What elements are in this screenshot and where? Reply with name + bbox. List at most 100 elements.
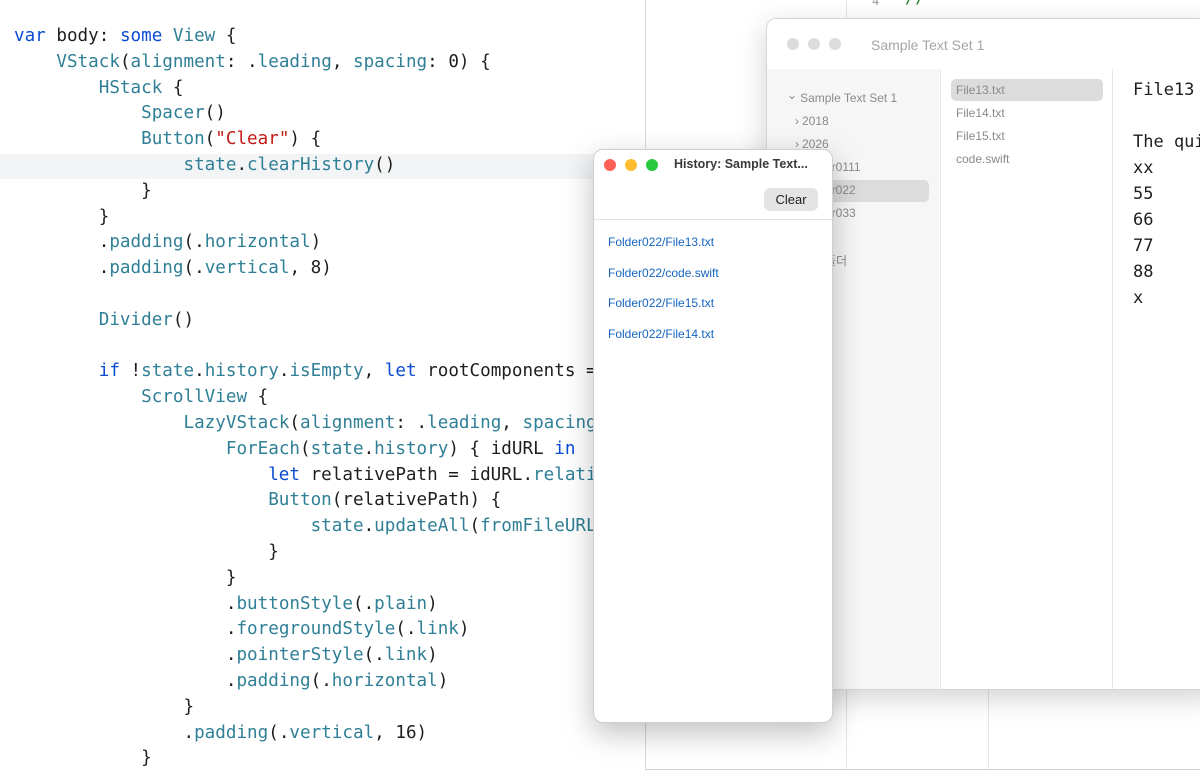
code-line: Spacer() xyxy=(14,101,650,127)
code-token: foregroundStyle xyxy=(236,619,396,640)
close-button[interactable] xyxy=(604,159,616,171)
history-link[interactable]: Folder022/File14.txt xyxy=(608,327,714,341)
code-token: () xyxy=(374,154,396,175)
file-list[interactable]: File13.txt File14.txt File15.txt code.swift xyxy=(940,69,1113,689)
code-token: link xyxy=(416,619,459,640)
code-text[interactable]: var body: some View { VStack(alignment: … xyxy=(14,24,650,772)
history-link[interactable]: Folder022/code.swift xyxy=(608,266,719,280)
chevron-down-icon[interactable]: ⌄ xyxy=(787,88,797,102)
code-token: leading xyxy=(427,412,502,433)
code-token: , xyxy=(363,361,385,382)
sidebar-item-label: Sample Text Set 1 xyxy=(800,91,898,105)
code-token: , 16) xyxy=(374,722,428,743)
window-bottom-edge xyxy=(646,769,1200,770)
code-line: } xyxy=(14,746,650,772)
code-token: fromFileURL xyxy=(480,516,597,537)
code-token: ) xyxy=(427,593,438,614)
zoom-button-inactive[interactable] xyxy=(829,38,841,50)
code-token: { xyxy=(215,26,237,46)
content-line: File13 xyxy=(1133,80,1195,100)
code-token: ForEach xyxy=(225,438,301,459)
zoom-button[interactable] xyxy=(646,159,658,171)
minimize-button-inactive[interactable] xyxy=(808,38,820,50)
code-token: } xyxy=(14,748,152,769)
code-line: .padding(.vertical, 8) xyxy=(14,256,650,282)
code-token: (. xyxy=(268,722,290,743)
code-token: Spacer xyxy=(141,103,205,124)
file-list-item[interactable]: File15.txt xyxy=(956,129,1005,143)
code-token: } xyxy=(14,206,110,227)
code-line: ForEach(state.history) { idURL in xyxy=(14,437,650,463)
sidebar-item[interactable]: › 2018 xyxy=(795,114,829,128)
code-token: let xyxy=(268,464,300,485)
code-token: state xyxy=(310,438,364,459)
code-line: } xyxy=(14,540,650,566)
code-token: isEmpty xyxy=(289,361,364,382)
code-line: } xyxy=(14,566,650,592)
code-token: (. xyxy=(183,232,205,253)
minimize-button[interactable] xyxy=(625,159,637,171)
history-link[interactable]: Folder022/File13.txt xyxy=(608,235,714,249)
file-list-item[interactable]: File14.txt xyxy=(956,106,1005,120)
file-content-text[interactable]: File13 The qui xx 55 66 77 88 x xyxy=(1133,77,1200,311)
code-token: some xyxy=(119,26,163,46)
code-line: LazyVStack(alignment: .leading, spacing:… xyxy=(14,411,649,437)
code-token: : . xyxy=(225,51,258,72)
code-token: let xyxy=(384,361,417,382)
code-line: } xyxy=(14,695,650,721)
code-token: history xyxy=(204,361,279,382)
content-line: x xyxy=(1133,288,1144,308)
code-token: plain xyxy=(374,593,428,614)
clear-button[interactable]: Clear xyxy=(764,188,818,211)
code-token: () xyxy=(172,309,195,330)
code-token: ) { idURL xyxy=(448,438,555,459)
code-token: . xyxy=(14,232,110,253)
main-window-titlebar[interactable]: Sample Text Set 1 xyxy=(767,19,1200,69)
code-comment: // xyxy=(905,0,925,8)
sidebar-item[interactable]: ⌄ Sample Text Set 1 xyxy=(787,88,898,105)
code-token: LazyVStack xyxy=(183,412,290,433)
code-line: .foregroundStyle(.link) xyxy=(14,617,650,643)
pane-divider xyxy=(988,690,989,770)
code-token: : 0) { xyxy=(427,51,491,72)
code-token: if xyxy=(98,361,120,382)
code-token: : xyxy=(98,26,120,46)
content-line: The qui xyxy=(1133,132,1200,152)
code-token: ) xyxy=(437,670,449,691)
code-token: spacing xyxy=(353,51,428,72)
chevron-right-icon[interactable]: › xyxy=(795,114,799,128)
content-line xyxy=(1133,103,1200,129)
file-content-pane[interactable]: File13 The qui xx 55 66 77 88 x xyxy=(1112,69,1200,689)
code-token: padding xyxy=(109,232,184,253)
code-line: } xyxy=(14,179,650,205)
code-token: . xyxy=(363,438,375,459)
code-line: ScrollView { xyxy=(14,385,650,411)
code-token: ( xyxy=(300,438,311,459)
code-token: Button xyxy=(268,490,332,511)
code-token: padding xyxy=(236,670,311,691)
code-token: { xyxy=(247,387,269,408)
code-line: state.clearHistory() xyxy=(14,153,650,179)
code-token: HStack xyxy=(98,77,163,98)
code-token: Button xyxy=(141,129,205,150)
code-line: VStack(alignment: .leading, spacing: 0) … xyxy=(14,50,650,76)
code-line: .padding(.vertical, 16) xyxy=(14,721,650,747)
close-button-inactive[interactable] xyxy=(787,38,799,50)
code-line: .padding(.horizontal) xyxy=(14,669,650,695)
code-token: horizontal xyxy=(204,232,311,253)
code-token: : . xyxy=(395,412,428,433)
code-token: vertical xyxy=(289,722,375,743)
content-line: 88 xyxy=(1133,262,1154,282)
file-list-item[interactable]: File13.txt xyxy=(956,83,1005,97)
code-token: state xyxy=(310,516,364,537)
file-list-item[interactable]: code.swift xyxy=(956,152,1009,166)
history-link[interactable]: Folder022/File15.txt xyxy=(608,296,714,310)
code-token: rootComponents = xyxy=(416,361,608,382)
history-window[interactable]: History: Sample Text... Clear Folder022/… xyxy=(593,149,833,723)
